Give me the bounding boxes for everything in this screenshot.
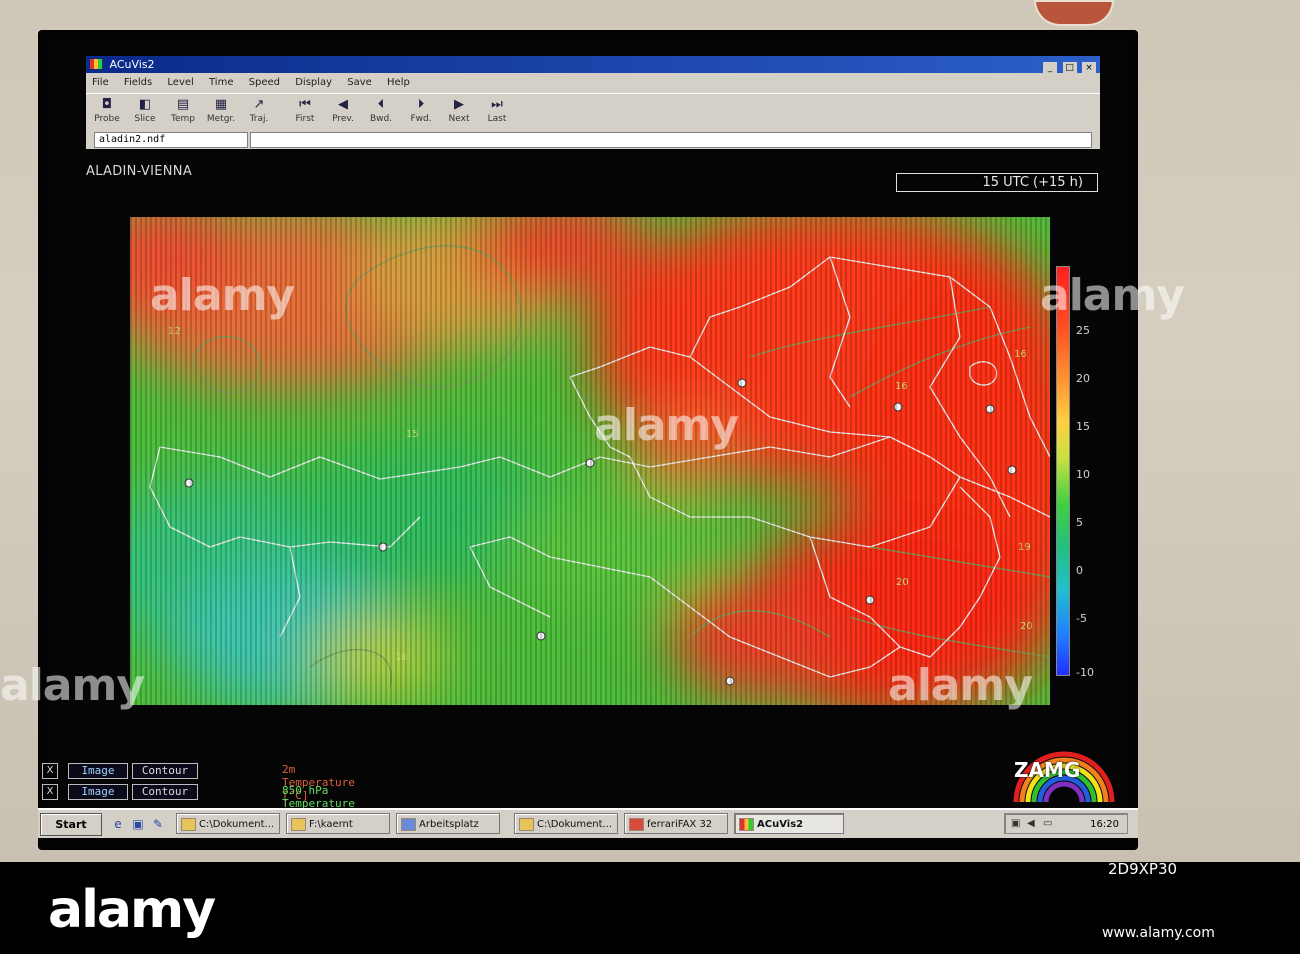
menu-help[interactable]: Help bbox=[387, 77, 410, 88]
watermark-text: alamy bbox=[150, 270, 295, 321]
watermark-text: alamy bbox=[594, 400, 739, 451]
monitor-screen: ACuVis2 _ □ × File Fields Level Time Spe… bbox=[38, 30, 1138, 850]
image-button[interactable]: Image bbox=[68, 763, 128, 779]
taskbar-item-active[interactable]: ACuVis2 bbox=[734, 813, 844, 834]
taskbar-item[interactable]: Arbeitsplatz bbox=[396, 813, 500, 834]
first-icon: ⏮ bbox=[299, 97, 311, 112]
system-tray: ▣ ◀ ▭ 16:20 bbox=[1004, 813, 1128, 834]
app-icon bbox=[739, 818, 754, 831]
first-button[interactable]: ⏮ First bbox=[286, 96, 324, 130]
image-button[interactable]: Image bbox=[68, 784, 128, 800]
menu-fields[interactable]: Fields bbox=[124, 77, 152, 88]
layer-toggle-checkbox[interactable]: X bbox=[42, 763, 58, 779]
scale-tick: -5 bbox=[1076, 612, 1087, 625]
layer-toggle-checkbox[interactable]: X bbox=[42, 784, 58, 800]
scale-tick: 20 bbox=[1076, 372, 1090, 385]
monitor-icon[interactable]: ▭ bbox=[1043, 818, 1055, 830]
menu-display[interactable]: Display bbox=[295, 77, 332, 88]
menu-time[interactable]: Time bbox=[209, 77, 233, 88]
window-titlebar[interactable]: ACuVis2 _ □ × bbox=[86, 56, 1100, 74]
photo-background: ACuVis2 _ □ × File Fields Level Time Spe… bbox=[0, 0, 1300, 954]
backward-icon: ⏴ bbox=[377, 97, 385, 112]
menu-file[interactable]: File bbox=[92, 77, 109, 88]
probe-icon: ◘ bbox=[101, 97, 113, 112]
folder-icon bbox=[291, 818, 306, 831]
taskbar-item[interactable]: C:\Dokument... bbox=[514, 813, 618, 834]
next-icon: ▶ bbox=[454, 97, 464, 112]
forward-button[interactable]: ⏵ Fwd. bbox=[402, 96, 440, 130]
last-button[interactable]: ⏭ Last bbox=[478, 96, 516, 130]
probe-button[interactable]: ◘ Probe bbox=[88, 96, 126, 130]
temp-button[interactable]: ▤ Temp bbox=[164, 96, 202, 130]
scale-tick: 0 bbox=[1076, 564, 1083, 577]
meteogram-button[interactable]: ▦ Metgr. bbox=[202, 96, 240, 130]
scale-tick: 25 bbox=[1076, 324, 1090, 337]
scale-tick: -10 bbox=[1076, 666, 1094, 679]
previous-icon: ◀ bbox=[338, 97, 348, 112]
folder-icon bbox=[519, 818, 534, 831]
trajectory-button[interactable]: ↗ Traj. bbox=[240, 96, 278, 130]
clock: 16:20 bbox=[1090, 819, 1119, 830]
taskbar-item[interactable]: C:\Dokument... bbox=[176, 813, 280, 834]
start-button[interactable]: Start bbox=[40, 813, 102, 836]
menu-speed[interactable]: Speed bbox=[249, 77, 280, 88]
taskbar-item[interactable]: ferrariFAX 32 bbox=[624, 813, 728, 834]
next-button[interactable]: ▶ Next bbox=[440, 96, 478, 130]
fax-icon bbox=[629, 818, 644, 831]
watermark-text: alamy bbox=[1040, 270, 1185, 321]
backward-button[interactable]: ⏴ Bwd. bbox=[362, 96, 400, 130]
folder-icon bbox=[181, 818, 196, 831]
forward-icon: ⏵ bbox=[417, 97, 425, 112]
watermark-text: alamy bbox=[0, 660, 145, 711]
zamg-logo-text: ZAMG bbox=[1014, 758, 1081, 782]
file-bar: aladin2.ndf bbox=[86, 131, 1100, 149]
scale-tick: 10 bbox=[1076, 468, 1090, 481]
scale-tick: 15 bbox=[1076, 420, 1090, 433]
contour-button[interactable]: Contour bbox=[132, 784, 198, 800]
contour-button[interactable]: Contour bbox=[132, 763, 198, 779]
network-icon[interactable]: ▣ bbox=[1011, 818, 1023, 830]
menubar: File Fields Level Time Speed Display Sav… bbox=[86, 73, 1100, 93]
last-icon: ⏭ bbox=[491, 97, 503, 112]
model-title: ALADIN-VIENNA bbox=[86, 164, 193, 179]
color-scale bbox=[1056, 266, 1070, 676]
menu-save[interactable]: Save bbox=[347, 77, 372, 88]
menu-level[interactable]: Level bbox=[167, 77, 193, 88]
slice-button[interactable]: ◧ Slice bbox=[126, 96, 164, 130]
browser-icon[interactable]: e bbox=[110, 816, 126, 832]
volume-icon[interactable]: ◀ bbox=[1027, 818, 1039, 830]
thermometer-icon: ▤ bbox=[176, 97, 190, 112]
info-field bbox=[250, 132, 1092, 148]
previous-button[interactable]: ◀ Prev. bbox=[324, 96, 362, 130]
forecast-time: 15 UTC (+15 h) bbox=[896, 173, 1098, 192]
app-icon bbox=[90, 59, 102, 69]
stock-logo: alamy bbox=[48, 880, 216, 940]
taskbar-item[interactable]: F:\kaernt bbox=[286, 813, 390, 834]
meteogram-icon: ▦ bbox=[214, 97, 228, 112]
scale-tick: 5 bbox=[1076, 516, 1083, 529]
taskbar: Start e ▣ ✎ C:\Dokument... F:\kaernt Arb… bbox=[38, 808, 1138, 838]
window-title: ACuVis2 bbox=[109, 58, 155, 71]
desktop-icon[interactable]: ▣ bbox=[130, 816, 146, 832]
notepad-icon[interactable]: ✎ bbox=[150, 816, 166, 832]
computer-icon bbox=[401, 818, 416, 831]
stock-url: www.alamy.com bbox=[1102, 925, 1215, 941]
file-name-field[interactable]: aladin2.ndf bbox=[94, 132, 248, 148]
toolbar: ◘ Probe ◧ Slice ▤ Temp ▦ Metgr. ↗ Traj. ⏮ Firs… bbox=[86, 93, 1100, 133]
slice-icon: ◧ bbox=[138, 97, 152, 112]
stock-image-id: 2D9XP30 bbox=[1108, 860, 1178, 878]
watermark-text: alamy bbox=[888, 660, 1033, 711]
trajectory-icon: ↗ bbox=[253, 97, 265, 112]
